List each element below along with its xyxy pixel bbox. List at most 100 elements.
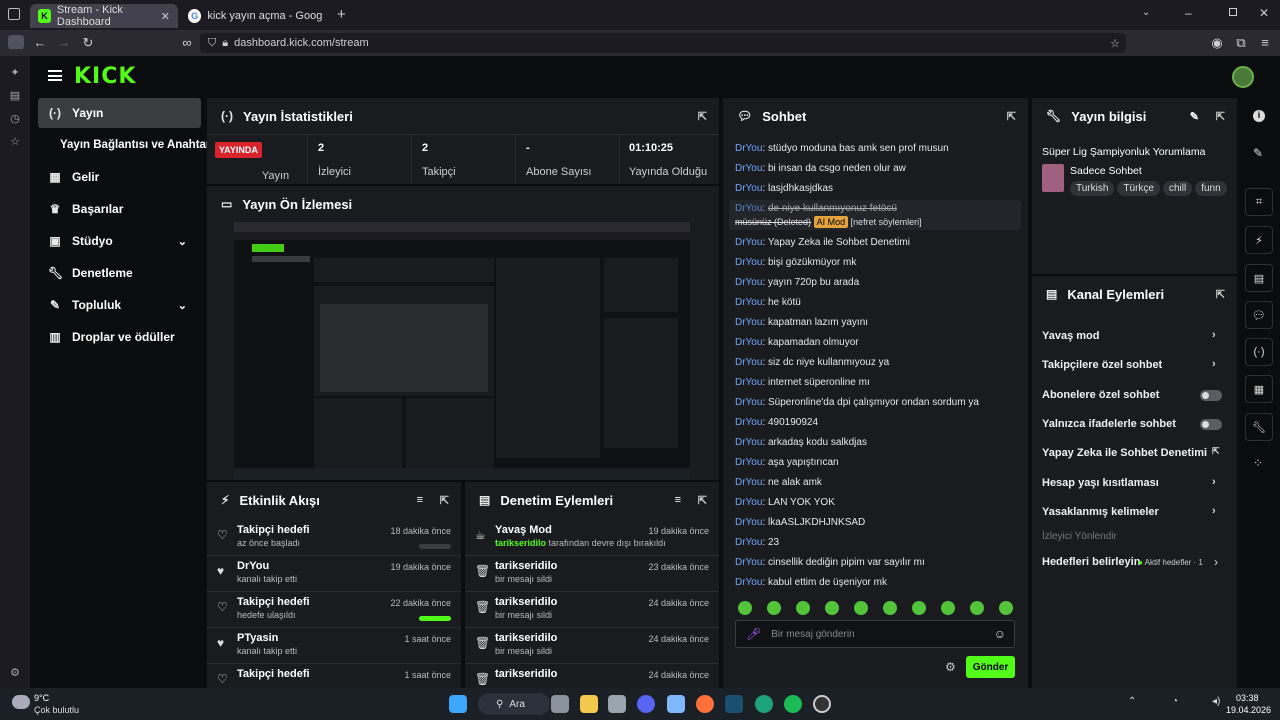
chat-username[interactable]: DrYou	[735, 297, 762, 308]
banned-words-row[interactable]: Yasaklanmış kelimeler ›	[1042, 505, 1216, 518]
close-tab-icon[interactable]: ✕	[161, 10, 170, 23]
mic-icon[interactable]: 🎤︎	[746, 627, 761, 641]
chat-username[interactable]: DrYou	[735, 257, 762, 268]
new-tab-icon[interactable]: +	[337, 6, 346, 23]
store-icon[interactable]	[608, 695, 626, 713]
chat-settings-icon[interactable]: ⚙	[945, 660, 956, 674]
broadcast-icon[interactable]: (·)	[1245, 338, 1273, 366]
tray-volume-icon[interactable]: ◂)	[1212, 696, 1220, 707]
goals-row[interactable]: Hedefleri belirleyin	[1042, 556, 1140, 568]
tab-kick-dashboard[interactable]: K Stream - Kick Dashboard ✕	[30, 4, 178, 28]
history-icon[interactable]: ◷	[8, 112, 22, 126]
chat-username[interactable]: DrYou	[735, 517, 762, 528]
chat-username[interactable]: DrYou	[735, 337, 762, 348]
add-widget-icon[interactable]: ⁘	[1253, 456, 1263, 470]
url-bar[interactable]: ⛉ 🔒︎ dashboard.kick.com/stream ☆	[200, 33, 1126, 53]
emote-icon[interactable]	[796, 601, 810, 615]
sidebar-item-moderation[interactable]: 🔧︎ Denetleme	[38, 258, 201, 288]
extensions-puzzle-icon[interactable]: ⧉	[1230, 35, 1252, 51]
settings-icon[interactable]: ⚙	[8, 666, 22, 680]
reload-icon[interactable]: ↻	[77, 35, 99, 51]
chat-username[interactable]: DrYou	[735, 397, 762, 408]
firefox-icon[interactable]	[696, 695, 714, 713]
channel-actions-icon[interactable]: ▦	[1245, 375, 1273, 403]
windows-start-icon[interactable]	[449, 695, 467, 713]
tab-list-icon[interactable]	[8, 8, 20, 20]
account-age-row[interactable]: Hesap yaşı kısıtlaması ›	[1042, 476, 1216, 489]
minimize-icon[interactable]: –	[1185, 6, 1192, 20]
chat-username[interactable]: DrYou	[735, 457, 762, 468]
chat-username[interactable]: DrYou	[735, 577, 762, 588]
category-thumbnail[interactable]	[1042, 164, 1064, 192]
followers-only-row[interactable]: Takipçilere özel sohbet ›	[1042, 358, 1216, 371]
sidebar-item-achievements[interactable]: ♛ Başarılar	[38, 194, 201, 224]
emote-icon[interactable]	[767, 601, 781, 615]
chat-username[interactable]: DrYou	[735, 203, 762, 214]
info-icon[interactable]: i	[1253, 110, 1265, 122]
user-avatar[interactable]	[1232, 66, 1254, 88]
emote-icon[interactable]	[970, 601, 984, 615]
category-name[interactable]: Sadece Sohbet	[1070, 165, 1142, 177]
chat-username[interactable]: DrYou	[735, 277, 762, 288]
copilot-icon[interactable]	[667, 695, 685, 713]
tabs-icon[interactable]: ▤	[8, 89, 22, 103]
tag[interactable]: funn	[1195, 181, 1227, 196]
chat-username[interactable]: DrYou	[735, 143, 762, 154]
chat-username[interactable]: DrYou	[735, 357, 762, 368]
back-icon[interactable]: ←	[29, 35, 51, 50]
emote-icon[interactable]	[941, 601, 955, 615]
account-icon[interactable]: ◉	[1206, 35, 1228, 51]
hamburger-menu-icon[interactable]	[48, 70, 62, 81]
discord-icon[interactable]	[637, 695, 655, 713]
popout-icon[interactable]: ⇱	[1216, 110, 1225, 123]
emotes-only-toggle[interactable]	[1200, 419, 1222, 430]
tag[interactable]: Turkish	[1070, 181, 1115, 196]
edge-icon[interactable]	[755, 695, 773, 713]
chat-username[interactable]: DrYou	[735, 417, 762, 428]
clock-time[interactable]: 03:38	[1236, 693, 1259, 703]
subs-only-toggle[interactable]	[1200, 390, 1222, 401]
sidebar-item-stream[interactable]: (·) Yayın	[38, 98, 201, 128]
emote-icon[interactable]	[883, 601, 897, 615]
emote-icon[interactable]	[999, 601, 1013, 615]
chat-username[interactable]: DrYou	[735, 377, 762, 388]
sidebar-toggle-icon[interactable]	[8, 35, 24, 49]
popout-icon[interactable]: ⇱	[1007, 110, 1016, 123]
sidebar-item-studio[interactable]: ▣ Stüdyo ⌄	[38, 226, 201, 256]
clip-icon[interactable]: ⌗	[1245, 188, 1273, 216]
chat-username[interactable]: DrYou	[735, 183, 762, 194]
emote-icon[interactable]	[738, 601, 752, 615]
ai-moderation-row[interactable]: Yapay Zeka ile Sohbet Denetimi ⇱	[1042, 446, 1220, 459]
popout-icon[interactable]: ⇱	[440, 494, 449, 507]
tag[interactable]: chill	[1162, 181, 1193, 196]
chat-username[interactable]: DrYou	[735, 477, 762, 488]
close-window-icon[interactable]: ✕	[1259, 6, 1269, 20]
kick-logo[interactable]: KICK	[74, 64, 136, 89]
obs-icon[interactable]	[813, 695, 831, 713]
maximize-icon[interactable]	[1229, 8, 1237, 16]
sidebar-item-stream-key[interactable]: Yayın Bağlantısı ve Anahtarı	[38, 130, 214, 160]
edit-pencil-icon[interactable]: ✎	[1253, 146, 1263, 160]
tab-google-search[interactable]: G kick yayın açma - Google'da Ara	[180, 4, 330, 28]
popout-icon[interactable]: ⇱	[698, 494, 707, 507]
sidebar-item-community[interactable]: ✎ Topluluk ⌄	[38, 290, 201, 320]
popout-icon[interactable]: ⇱	[698, 110, 707, 123]
stream-preview-video[interactable]	[234, 222, 690, 480]
chat-username[interactable]: DrYou	[735, 317, 762, 328]
weather-icon[interactable]	[12, 695, 30, 709]
tray-chevron-icon[interactable]: ⌃	[1128, 696, 1136, 707]
taskbar-search[interactable]: ⚲ Ara	[478, 693, 550, 715]
chat-username[interactable]: DrYou	[735, 237, 762, 248]
chat-bubble-icon[interactable]: 💬︎	[1245, 301, 1273, 329]
filter-icon[interactable]: ≡	[417, 494, 423, 506]
chat-input[interactable]: 🎤︎ Bir mesaj gönderin ☺	[735, 620, 1015, 648]
chat-username[interactable]: DrYou	[735, 163, 762, 174]
chat-username[interactable]: DrYou	[735, 557, 762, 568]
task-view-icon[interactable]	[551, 695, 569, 713]
sidebar-item-revenue[interactable]: ▦ Gelir	[38, 162, 201, 192]
ai-sparkle-icon[interactable]: ✦	[8, 66, 22, 80]
tag[interactable]: Türkçe	[1117, 181, 1160, 196]
slow-mode-row[interactable]: Yavaş mod ›	[1042, 329, 1216, 342]
emoji-icon[interactable]: ☺	[994, 627, 1006, 641]
document-icon[interactable]: ▤	[1245, 264, 1273, 292]
